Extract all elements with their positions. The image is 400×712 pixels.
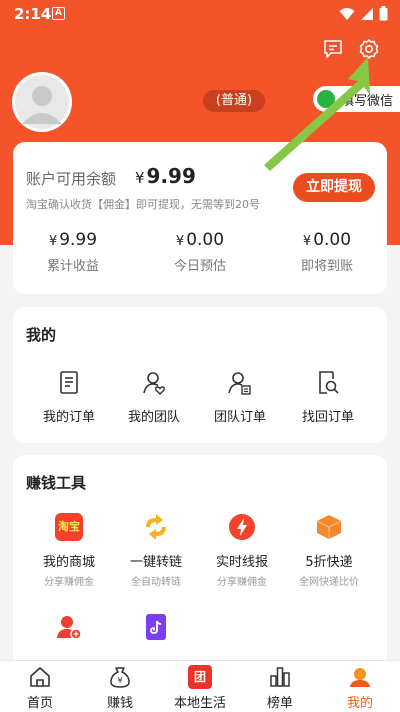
tab-label: 首页 (26, 696, 53, 711)
tab-label: 我的 (346, 696, 373, 711)
avatar[interactable] (12, 72, 72, 132)
tab-home[interactable]: 首页 (10, 665, 70, 711)
currency-symbol: ¥ (175, 234, 185, 249)
tab-ranking[interactable]: 榜单 (250, 665, 310, 711)
search-order-icon (316, 370, 340, 396)
signal-icon (361, 7, 373, 20)
default-avatar-icon (15, 75, 69, 129)
balance-value: ¥9.99 (135, 164, 196, 188)
order-item-label: 找回订单 (301, 410, 354, 425)
withdraw-hint: 淘宝确认收货【佣金】即可提现，无需等到20号 (26, 198, 260, 211)
taobao-icon: 淘宝 (55, 513, 83, 541)
status-time: 2:14 (14, 5, 52, 23)
local-life-icon: 团 (188, 665, 212, 689)
team-order-icon (228, 370, 252, 396)
tiktok-tool[interactable] (111, 613, 201, 651)
system-icons (339, 6, 388, 21)
tool-subtitle: 全网快递比价 (299, 577, 359, 588)
annotation-arrow-icon (264, 57, 370, 171)
stat-amount: 9.99 (59, 230, 98, 250)
section-title: 我的 (26, 326, 57, 344)
tool-label: 实时线报 (215, 555, 268, 570)
balance-amount: 9.99 (146, 164, 196, 188)
my-section-card: 我的 我的订单 我的团队 团队订单 找回订单 (13, 307, 387, 443)
realtime-deals-tool[interactable]: 实时线报 分享赚佣金 (197, 513, 287, 588)
express-delivery-tool[interactable]: 5折快递 全网快递比价 (284, 513, 374, 588)
tab-label: 本地生活 (173, 696, 226, 711)
user-tool[interactable] (24, 613, 114, 651)
team-orders-button[interactable]: 团队订单 (200, 370, 280, 425)
tool-label: 5折快递 (305, 555, 353, 570)
battery-icon (379, 6, 388, 21)
my-mall-tool[interactable]: 淘宝 我的商城 分享赚佣金 (24, 513, 114, 588)
tool-subtitle: 全自动转链 (131, 577, 181, 588)
currency-symbol: ¥ (302, 234, 312, 249)
one-click-convert-tool[interactable]: 一键转链 全自动转链 (111, 513, 201, 588)
status-bar: 2:14 A (0, 0, 400, 28)
tab-local-life[interactable]: 团 本地生活 (170, 665, 230, 711)
stat-total-earnings: ¥9.99 累计收益 (13, 230, 133, 274)
ranking-icon (268, 665, 292, 689)
order-item-label: 我的团队 (127, 410, 180, 425)
stat-upcoming: ¥0.00 即将到账 (267, 230, 387, 274)
tab-earn[interactable]: ¥ 赚钱 (90, 665, 150, 711)
stat-value: ¥9.99 (13, 230, 133, 250)
stat-today-estimate: ¥0.00 今日预估 (140, 230, 260, 274)
withdraw-button[interactable]: 立即提现 (293, 173, 375, 202)
wifi-icon (339, 7, 355, 20)
tool-label: 一键转链 (129, 555, 182, 570)
money-bag-icon: ¥ (108, 665, 132, 689)
notification-icon: A (52, 7, 65, 20)
document-icon (57, 370, 81, 396)
order-item-label: 团队订单 (213, 410, 266, 425)
tab-label: 榜单 (266, 696, 293, 711)
tool-subtitle: 分享赚佣金 (44, 577, 94, 588)
svg-text:¥: ¥ (117, 676, 122, 685)
bottom-tab-bar: 首页 ¥ 赚钱 团 本地生活 榜单 我的 (0, 660, 400, 712)
stat-label: 今日预估 (173, 259, 226, 274)
lightning-icon (228, 513, 256, 541)
tab-mine[interactable]: 我的 (330, 665, 390, 711)
stat-label: 即将到账 (300, 259, 353, 274)
tab-label: 赚钱 (106, 696, 133, 711)
stat-amount: 0.00 (186, 230, 225, 250)
profile-icon (348, 665, 372, 689)
order-item-label: 我的订单 (42, 410, 95, 425)
stat-amount: 0.00 (313, 230, 352, 250)
my-orders-button[interactable]: 我的订单 (29, 370, 109, 425)
money-tools-card: 赚钱工具 淘宝 我的商城 分享赚佣金 一键转链 全自动转链 实时线报 分享赚佣金… (13, 455, 387, 660)
package-box-icon (315, 513, 343, 541)
stat-value: ¥0.00 (140, 230, 260, 250)
section-title: 赚钱工具 (26, 474, 87, 492)
my-team-button[interactable]: 我的团队 (114, 370, 194, 425)
member-level-badge: (普通) (203, 90, 265, 112)
tool-label: 我的商城 (42, 555, 95, 570)
tool-subtitle: 分享赚佣金 (217, 577, 267, 588)
home-icon (28, 665, 52, 689)
balance-label: 账户可用余额 (26, 170, 117, 188)
stat-value: ¥0.00 (267, 230, 387, 250)
stat-label: 累计收益 (46, 259, 99, 274)
user-add-icon (55, 613, 83, 641)
currency-symbol: ¥ (135, 169, 145, 187)
retrieve-order-button[interactable]: 找回订单 (288, 370, 368, 425)
currency-symbol: ¥ (48, 234, 58, 249)
convert-arrows-icon (142, 513, 170, 541)
tiktok-icon (142, 613, 170, 641)
team-icon (142, 370, 166, 396)
